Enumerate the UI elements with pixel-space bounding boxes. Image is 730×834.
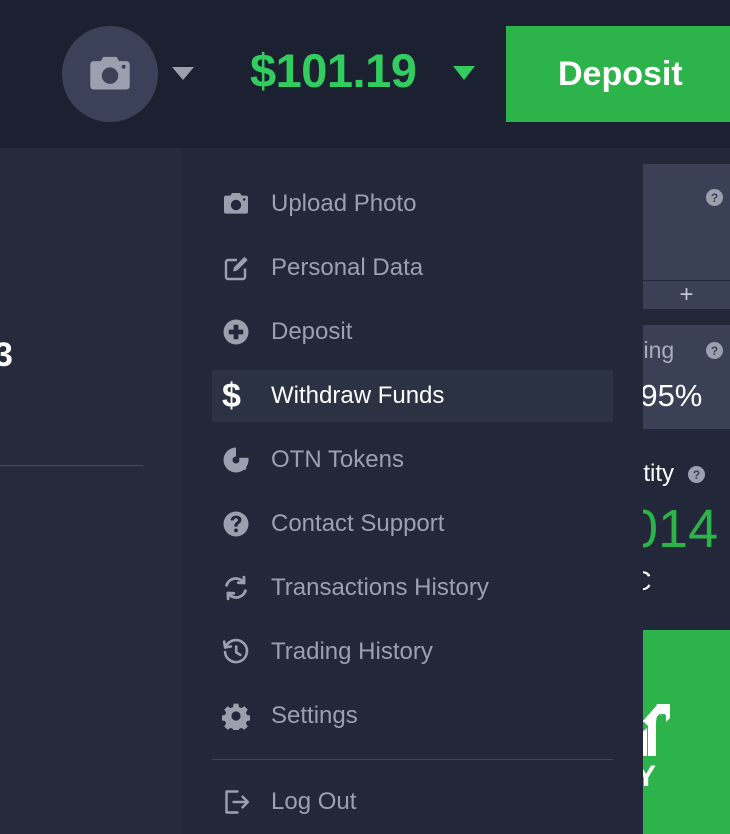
chevron-down-icon[interactable] <box>453 66 475 80</box>
dollar-sign-icon: $ <box>222 377 241 415</box>
question-circle-icon <box>222 510 262 538</box>
deposit-button[interactable]: Deposit <box>506 26 730 122</box>
menu-item-deposit[interactable]: Deposit <box>212 306 613 358</box>
refresh-cycle-icon <box>222 574 262 602</box>
top-header-bar: $101.19 Deposit <box>0 0 730 148</box>
menu-item-label: Trading History <box>271 638 433 665</box>
app-root: 3 ? + sing ? -95% ntity ? 014 C Y <box>0 0 730 834</box>
logout-arrow-icon <box>222 788 262 816</box>
edit-square-icon <box>222 254 262 282</box>
menu-item-settings[interactable]: Settings <box>212 690 613 742</box>
menu-item-transactions-history[interactable]: Transactions History <box>212 562 613 614</box>
help-icon[interactable]: ? <box>706 342 723 359</box>
avatar[interactable] <box>62 26 158 122</box>
menu-item-label: Personal Data <box>271 254 424 281</box>
menu-item-label: Withdraw Funds <box>271 382 445 409</box>
menu-item-label: Upload Photo <box>271 190 417 217</box>
account-balance[interactable]: $101.19 <box>250 43 417 98</box>
menu-item-upload-photo[interactable]: Upload Photo <box>212 178 613 230</box>
left-sidebar-divider <box>0 465 143 466</box>
gear-icon <box>222 702 262 730</box>
menu-divider <box>212 759 613 760</box>
menu-item-label: Deposit <box>271 318 353 345</box>
menu-item-label: OTN Tokens <box>271 446 404 473</box>
menu-item-trading-history[interactable]: Trading History <box>212 626 613 678</box>
menu-item-contact-support[interactable]: Contact Support <box>212 498 613 550</box>
help-icon[interactable]: ? <box>688 466 705 483</box>
menu-item-label: Settings <box>271 702 358 729</box>
profile-dropdown-menu: Upload Photo Personal Data Deposit $ Wit… <box>182 148 643 834</box>
otn-token-icon <box>222 446 262 474</box>
left-sidebar-partial-text: 3 <box>0 336 13 374</box>
plus-icon: + <box>679 281 694 308</box>
left-sidebar-panel: 3 <box>0 148 182 834</box>
menu-item-label: Transactions History <box>271 574 489 601</box>
right-panel-add-button[interactable]: + <box>643 281 730 309</box>
camera-icon <box>222 190 262 218</box>
help-icon[interactable]: ? <box>706 189 723 206</box>
camera-icon <box>90 56 130 90</box>
menu-item-withdraw-funds[interactable]: $ Withdraw Funds <box>212 370 613 422</box>
menu-item-label: Contact Support <box>271 510 445 537</box>
history-clock-icon <box>222 638 262 666</box>
plus-circle-icon <box>222 318 262 346</box>
menu-item-personal-data[interactable]: Personal Data <box>212 242 613 294</box>
right-panel-chart-box <box>643 164 730 280</box>
menu-item-otn-tokens[interactable]: OTN Tokens <box>212 434 613 486</box>
chevron-down-icon[interactable] <box>172 67 194 80</box>
menu-item-log-out[interactable]: Log Out <box>212 776 613 828</box>
menu-item-label: Log Out <box>271 788 357 815</box>
